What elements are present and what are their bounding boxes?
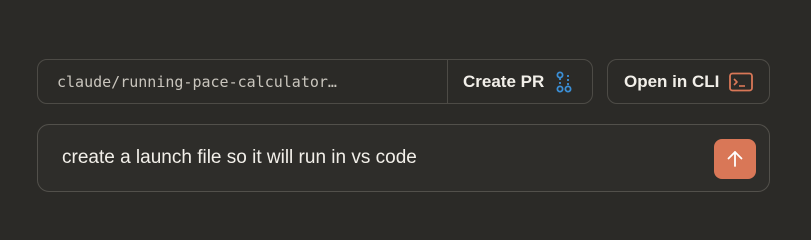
create-pr-label: Create PR [463,71,545,91]
git-pull-request-icon [556,71,572,93]
prompt-input-box[interactable]: create a launch file so it will run in v… [37,124,770,192]
branch-name-field[interactable]: claude/running-pace-calculator… [38,60,448,103]
send-button[interactable] [714,139,756,179]
open-in-cli-button[interactable]: Open in CLI [607,59,770,104]
terminal-icon [729,72,754,92]
open-in-cli-label: Open in CLI [624,71,720,91]
arrow-up-icon [725,149,745,169]
create-pr-button[interactable]: Create PR [448,60,592,103]
prompt-input[interactable]: create a launch file so it will run in v… [62,147,417,169]
branch-toolbar: claude/running-pace-calculator… Create P… [37,59,593,104]
